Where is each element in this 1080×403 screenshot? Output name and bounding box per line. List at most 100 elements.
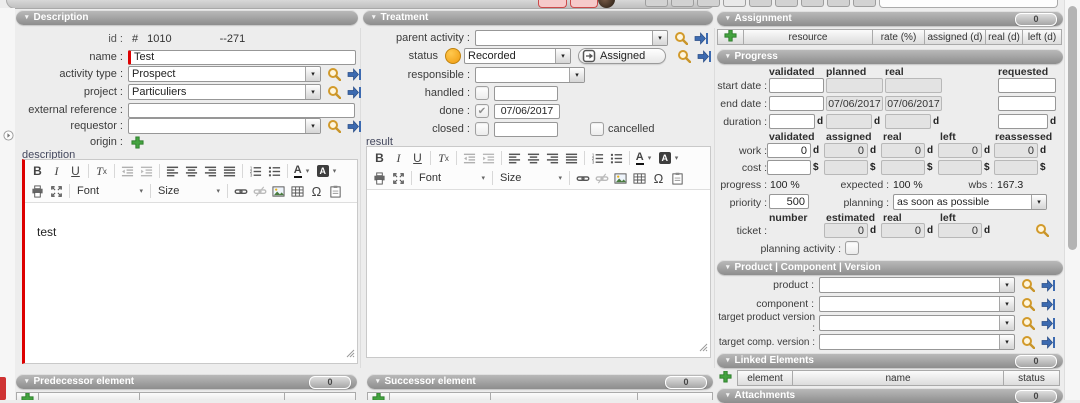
name-input[interactable]: Test	[128, 50, 356, 65]
goto-icon[interactable]	[1040, 278, 1055, 293]
paste-icon[interactable]	[668, 170, 687, 187]
justify-icon[interactable]	[220, 163, 239, 180]
link-icon[interactable]	[231, 183, 250, 200]
end-date-validated-input[interactable]	[769, 96, 824, 111]
search-icon[interactable]	[676, 49, 691, 64]
align-left-icon[interactable]	[505, 150, 524, 167]
search-icon[interactable]	[1020, 316, 1035, 331]
chevron-down-icon[interactable]: ▾	[305, 67, 320, 81]
toolbar-search-box-partial[interactable]	[879, 0, 1058, 8]
toolbar-button-partial[interactable]	[775, 0, 798, 7]
attachments-panel-header[interactable]: ▾Attachments0	[717, 388, 1063, 403]
remove-format-button[interactable]: Tx	[434, 150, 453, 167]
target-product-version-select[interactable]: ▾	[819, 315, 1015, 331]
component-select[interactable]: ▾	[819, 296, 1015, 312]
toolbar-button-partial[interactable]	[801, 0, 824, 7]
goto-icon[interactable]	[696, 49, 711, 64]
background-color-button[interactable]: A▾	[658, 150, 683, 167]
numbered-list-icon[interactable]: 123	[588, 150, 607, 167]
search-icon[interactable]	[1020, 335, 1035, 350]
size-dropdown[interactable]: Size▾	[154, 183, 224, 199]
numbered-list-icon[interactable]: 123	[246, 163, 265, 180]
parent-activity-select[interactable]: ▾	[475, 30, 668, 46]
next-status-button[interactable]: Assigned	[578, 48, 666, 64]
target-component-version-select[interactable]: ▾	[819, 334, 1015, 350]
goto-icon[interactable]	[693, 31, 708, 46]
successor-panel-header[interactable]: ▾Successor element0	[367, 374, 713, 389]
progress-panel-header[interactable]: ▾Progress	[717, 49, 1063, 64]
outdent-icon[interactable]	[460, 150, 479, 167]
resize-handle-icon[interactable]	[345, 348, 355, 361]
maximize-icon[interactable]	[47, 183, 66, 200]
search-icon[interactable]	[326, 119, 341, 134]
toolbar-button-partial[interactable]	[645, 0, 668, 7]
chevron-down-icon[interactable]: ▾	[555, 49, 570, 63]
maximize-icon[interactable]	[389, 170, 408, 187]
italic-button[interactable]: I	[47, 163, 66, 180]
chevron-down-icon[interactable]: ▾	[305, 119, 320, 133]
result-editor[interactable]: B I U Tx 123 A▾ A▾ Font▾ Size▾	[366, 146, 711, 358]
done-date-input[interactable]: 07/06/2017	[494, 104, 560, 119]
responsible-select[interactable]: ▾	[475, 67, 585, 83]
table-icon[interactable]	[630, 170, 649, 187]
bulleted-list-icon[interactable]	[607, 150, 626, 167]
planning-activity-checkbox[interactable]	[845, 241, 859, 255]
print-icon[interactable]	[370, 170, 389, 187]
goto-icon[interactable]	[1040, 335, 1055, 350]
start-date-validated-input[interactable]	[769, 78, 824, 93]
background-color-button[interactable]: A▾	[316, 163, 341, 180]
bold-button[interactable]: B	[370, 150, 389, 167]
result-editor-content[interactable]	[367, 190, 710, 212]
chevron-down-icon[interactable]: ▾	[999, 278, 1014, 292]
add-linked-element-icon[interactable]	[719, 370, 732, 386]
handled-date-input[interactable]	[494, 86, 558, 101]
assignment-panel-header[interactable]: ▾Assignment0	[717, 11, 1063, 26]
toolbar-button-partial[interactable]	[827, 0, 850, 7]
description-editor-content[interactable]: test	[25, 203, 357, 239]
description-panel-header[interactable]: ▾Description	[16, 10, 358, 25]
chevron-down-icon[interactable]: ▾	[999, 297, 1014, 311]
chevron-down-icon[interactable]: ▾	[652, 31, 667, 45]
table-icon[interactable]	[288, 183, 307, 200]
cost-validated-input[interactable]	[767, 160, 811, 175]
priority-input[interactable]: 500	[769, 194, 809, 209]
project-select[interactable]: Particuliers▾	[128, 84, 321, 100]
expand-sidebar-icon[interactable]	[3, 130, 14, 144]
align-right-icon[interactable]	[543, 150, 562, 167]
chevron-down-icon[interactable]: ▾	[999, 316, 1014, 330]
goto-icon[interactable]	[346, 67, 361, 82]
search-icon[interactable]	[1020, 297, 1035, 312]
unlink-icon[interactable]	[592, 170, 611, 187]
duration-validated-input[interactable]	[769, 114, 815, 129]
align-left-icon[interactable]	[163, 163, 182, 180]
italic-button[interactable]: I	[389, 150, 408, 167]
add-successor-icon[interactable]	[372, 392, 385, 400]
image-icon[interactable]	[611, 170, 630, 187]
chevron-down-icon[interactable]: ▾	[305, 85, 320, 99]
underline-button[interactable]: U	[66, 163, 85, 180]
treatment-panel-header[interactable]: ▾Treatment	[363, 10, 713, 25]
chevron-down-icon[interactable]: ▾	[1031, 195, 1046, 209]
print-icon[interactable]	[28, 183, 47, 200]
bold-button[interactable]: B	[28, 163, 47, 180]
indent-icon[interactable]	[479, 150, 498, 167]
resize-handle-icon[interactable]	[698, 342, 708, 355]
goto-icon[interactable]	[346, 85, 361, 100]
goto-icon[interactable]	[1040, 316, 1055, 331]
paste-icon[interactable]	[326, 183, 345, 200]
text-color-button[interactable]: A▾	[633, 150, 658, 167]
activity-type-select[interactable]: Prospect▾	[128, 66, 321, 82]
remove-format-button[interactable]: Tx	[92, 163, 111, 180]
cancelled-checkbox[interactable]	[590, 122, 604, 136]
font-dropdown[interactable]: Font▾	[415, 170, 489, 186]
requestor-select[interactable]: ▾	[128, 118, 321, 134]
goto-icon[interactable]	[346, 119, 361, 134]
search-icon[interactable]	[673, 31, 688, 46]
add-assignment-icon[interactable]	[724, 29, 737, 45]
image-icon[interactable]	[269, 183, 288, 200]
scrollbar-thumb[interactable]	[1068, 6, 1077, 250]
align-center-icon[interactable]	[524, 150, 543, 167]
special-char-button[interactable]: Ω	[307, 183, 326, 200]
status-select[interactable]: Recorded▾	[464, 48, 571, 64]
toolbar-button-partial[interactable]	[749, 0, 772, 7]
